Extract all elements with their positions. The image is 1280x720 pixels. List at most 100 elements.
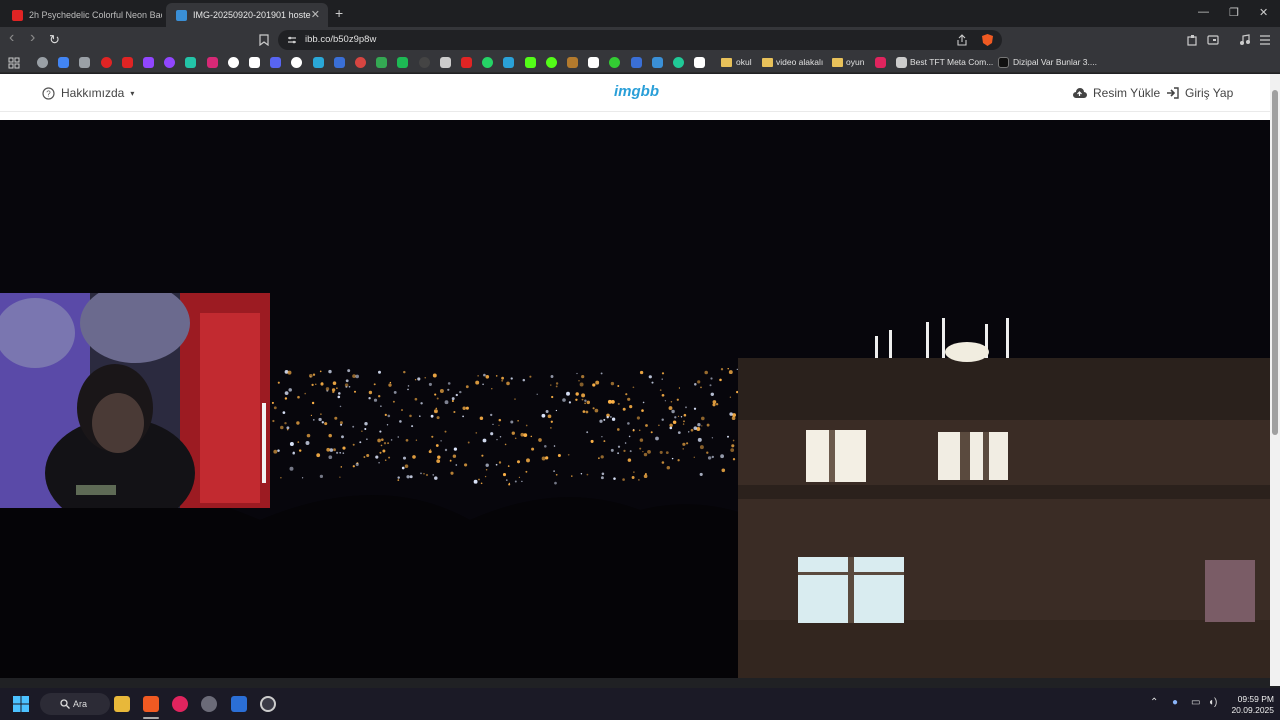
bookmark-favicon-icon[interactable] [164, 57, 176, 68]
bookmark-favicon-icon[interactable] [524, 57, 536, 68]
bookmark-favicon-icon[interactable] [482, 57, 494, 68]
bookmark-favicon-icon[interactable] [249, 57, 260, 68]
bookmark-favicon-icon[interactable] [376, 57, 388, 68]
active-app-indicator [143, 717, 159, 719]
media-player-icon[interactable] [172, 696, 188, 712]
close-tab-icon[interactable]: ✕ [311, 8, 320, 21]
bookmark-folder-video[interactable]: video alakalı [776, 57, 823, 67]
bookmark-folder-okul[interactable]: okul [736, 57, 752, 67]
tab-strip: 2h Psychedelic Colorful Neon Backg... IM… [0, 0, 1280, 27]
new-tab-button[interactable]: + [335, 5, 343, 21]
bookmark-favicon-icon[interactable] [121, 57, 133, 68]
tft-favicon-icon [896, 57, 907, 68]
bookmark-favicon-icon[interactable] [185, 57, 197, 68]
search-icon [60, 699, 70, 709]
bookmark-favicon-icon[interactable] [227, 57, 239, 68]
folder-icon [832, 58, 843, 67]
scrollbar-thumb[interactable] [1272, 90, 1278, 435]
bookmark-folder-oyun[interactable]: oyun [846, 57, 864, 67]
site-logo[interactable]: imgbb [614, 83, 659, 100]
apps-grid-icon[interactable] [8, 57, 20, 69]
steam-icon[interactable] [260, 696, 276, 712]
close-window-icon[interactable]: ✕ [1259, 6, 1268, 19]
hosted-image[interactable] [0, 120, 1270, 678]
page-scrollbar[interactable] [1270, 74, 1280, 686]
windows-taskbar: Ara ⌃ ● ▭ ◖) 09:59 PM 20.09.2025 [0, 688, 1280, 720]
media-icon[interactable] [1239, 34, 1251, 46]
about-label: Hakkımızda [61, 86, 125, 100]
bookmark-favicon-icon[interactable] [397, 57, 409, 68]
restore-icon[interactable]: ❐ [1229, 6, 1239, 19]
photos-icon[interactable] [231, 696, 247, 712]
wallet-icon[interactable] [1207, 34, 1219, 46]
bookmark-favicon-icon[interactable] [609, 57, 621, 68]
clock-date: 20.09.2025 [1231, 705, 1274, 715]
tab-title: 2h Psychedelic Colorful Neon Backg... [29, 10, 162, 20]
bookmark-favicon-icon [875, 57, 886, 68]
cloud-upload-icon [1073, 88, 1087, 98]
bookmark-favicon-icon[interactable] [673, 57, 684, 68]
bookmark-favicon-icon[interactable] [545, 57, 557, 68]
minimize-icon[interactable]: — [1198, 6, 1209, 18]
bookmark-favicon-icon[interactable] [567, 57, 578, 68]
clock-time: 09:59 PM [1237, 694, 1274, 704]
bookmark-favicon-icon[interactable] [143, 57, 154, 68]
file-explorer-icon[interactable] [114, 696, 130, 712]
help-circle-icon: ? [42, 86, 55, 100]
bookmark-favicon-icon[interactable] [461, 57, 472, 68]
bookmark-dizipal[interactable]: Dizipal Var Bunlar 3.... [1013, 57, 1097, 67]
upload-button[interactable]: Resim Yükle [1072, 86, 1160, 100]
extensions-icon[interactable] [1187, 34, 1199, 46]
menu-icon[interactable] [1259, 34, 1271, 46]
url-text: ibb.co/b50z9p8w [305, 34, 377, 45]
tab-imgbb[interactable]: IMG-20250920-201901 hosted a... ✕ [166, 3, 328, 27]
brave-browser-icon[interactable] [143, 696, 159, 712]
address-bar[interactable]: ibb.co/b50z9p8w [278, 30, 1002, 50]
forward-icon[interactable]: › [30, 29, 35, 47]
bookmark-favicon-icon[interactable] [100, 57, 112, 68]
back-icon[interactable]: ‹ [9, 29, 14, 47]
microphone-icon[interactable]: ● [1172, 697, 1178, 708]
login-label: Giriş Yap [1185, 86, 1234, 100]
system-clock[interactable]: 09:59 PM 20.09.2025 [1224, 694, 1274, 716]
bookmark-favicon-icon[interactable] [503, 57, 515, 68]
brave-shields-icon[interactable] [981, 33, 994, 47]
bookmark-favicon-icon[interactable] [333, 57, 345, 68]
bookmark-favicon-icon[interactable] [206, 57, 218, 68]
bookmark-favicon-icon[interactable] [291, 57, 303, 68]
bookmark-favicon-icon[interactable] [694, 57, 706, 68]
bookmarks-bar: okul video alakalı oyun Best TFT Meta Co… [0, 53, 1280, 73]
obs-icon[interactable] [201, 696, 217, 712]
search-label: Ara [73, 699, 88, 709]
volume-icon[interactable]: ◖) [1208, 697, 1217, 708]
bookmark-favicon-icon[interactable] [588, 57, 600, 68]
dizipal-favicon-icon [998, 57, 1009, 68]
bookmark-favicon-icon[interactable] [418, 57, 430, 68]
site-header: ? Hakkımızda ▾ imgbb Resim Yükle Giriş Y… [0, 74, 1270, 112]
bookmark-favicon-icon[interactable] [270, 57, 282, 68]
bookmark-favicon-icon[interactable] [79, 57, 91, 68]
share-icon[interactable] [956, 34, 968, 46]
web-page: ? Hakkımızda ▾ imgbb Resim Yükle Giriş Y… [0, 74, 1270, 678]
bookmark-favicon-icon[interactable] [355, 57, 366, 68]
about-menu[interactable]: ? Hakkımızda ▾ [42, 86, 134, 100]
caret-down-icon: ▾ [130, 88, 135, 98]
bookmark-favicon-icon[interactable] [312, 57, 324, 68]
youtube-favicon-icon [12, 9, 23, 21]
bookmark-favicon-icon[interactable] [630, 57, 642, 68]
bookmark-favicon-icon[interactable] [37, 57, 48, 68]
bookmark-favicon-icon[interactable] [58, 57, 70, 68]
bookmark-favicon-icon[interactable] [651, 57, 663, 68]
tab-youtube[interactable]: 2h Psychedelic Colorful Neon Backg... [2, 3, 162, 27]
tray-overflow-icon[interactable]: ⌃ [1150, 697, 1158, 708]
login-button[interactable]: Giriş Yap [1166, 86, 1233, 100]
network-icon[interactable]: ▭ [1191, 697, 1200, 708]
site-info-icon[interactable] [287, 35, 297, 45]
bookmark-favicon-icon[interactable] [439, 57, 451, 68]
bookmark-tft[interactable]: Best TFT Meta Com... [910, 57, 993, 67]
windows-start-icon[interactable] [13, 696, 29, 712]
bookmark-page-icon[interactable] [259, 34, 269, 46]
reload-icon[interactable]: ↻ [49, 32, 60, 48]
upload-label: Resim Yükle [1093, 86, 1161, 100]
taskbar-search[interactable]: Ara [40, 693, 110, 715]
